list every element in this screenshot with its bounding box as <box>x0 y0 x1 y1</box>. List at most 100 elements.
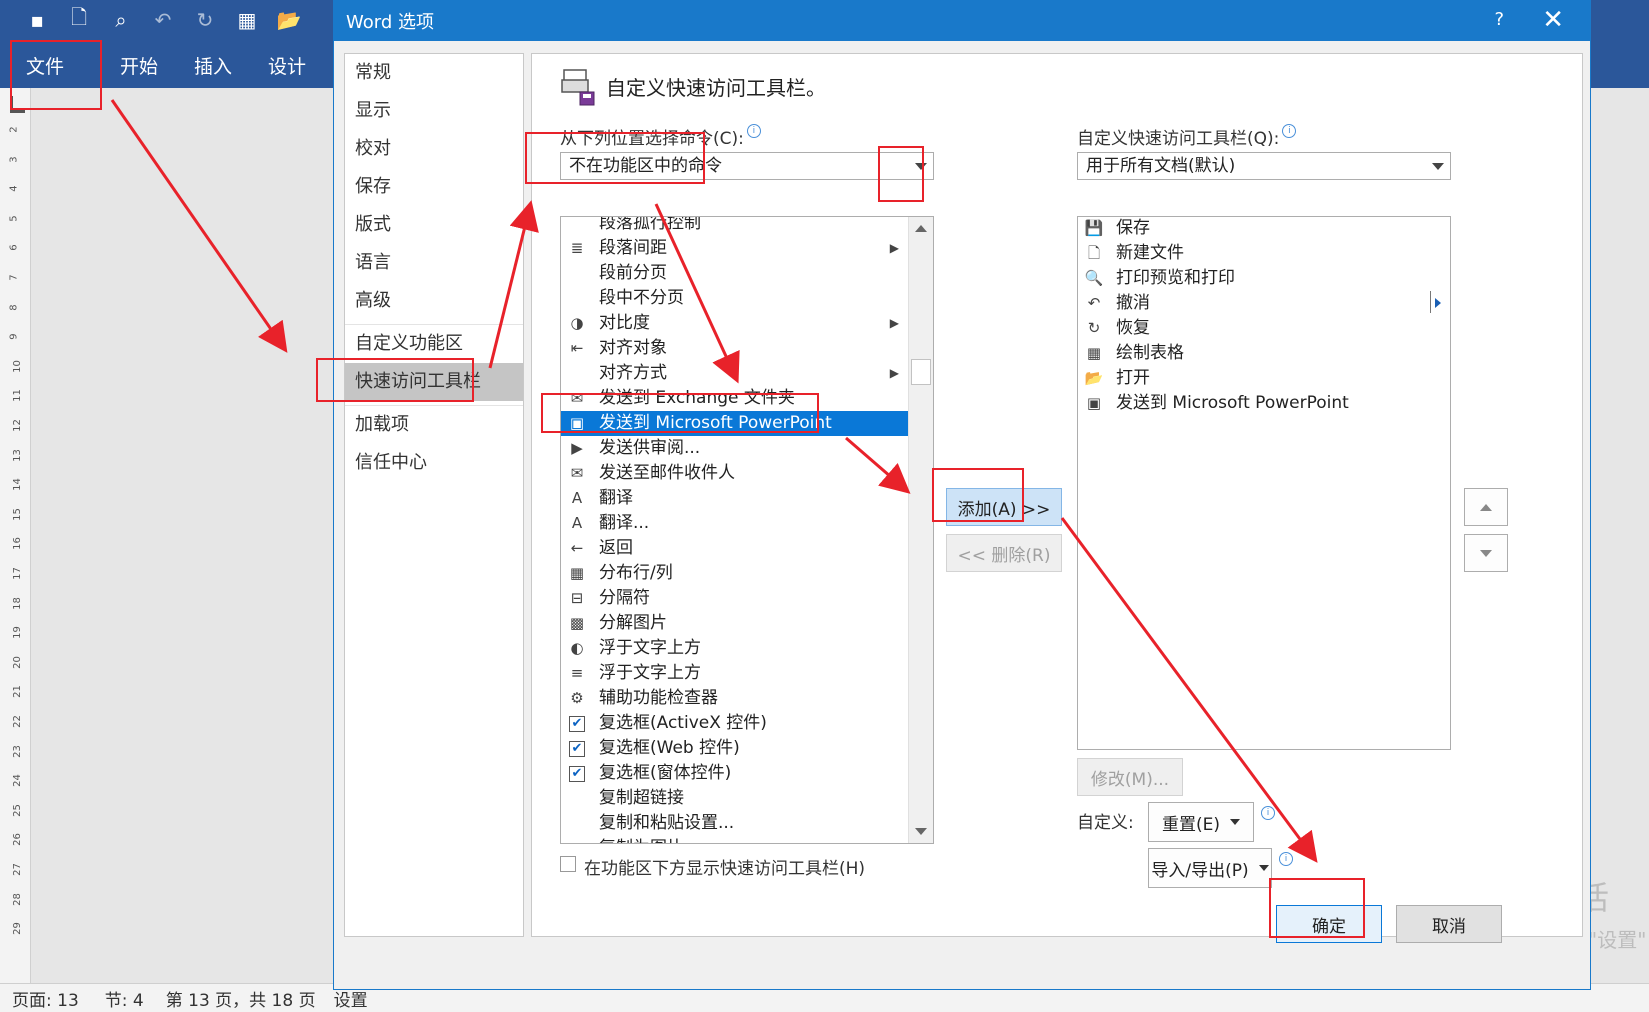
command-item[interactable]: 段落孤行控制 <box>561 216 911 236</box>
command-label: 段中不分页 <box>599 288 684 308</box>
command-icon: ✉ <box>570 464 584 482</box>
toolbar-items-list[interactable]: 💾 保存 🗋 新建文件 🔍 打印预览和打印 ↶ 撤消 ↻ 恢复 ▦ 绘制表格 📂 打开 ▣ 发送到 Micro… <box>1077 216 1451 750</box>
nav-layout[interactable]: 版式 <box>345 206 523 244</box>
new-file-icon[interactable]: 🗋 <box>64 5 94 34</box>
nav-language[interactable]: 语言 <box>345 244 523 282</box>
move-up-button[interactable] <box>1464 488 1508 526</box>
toolbar-item[interactable]: ↻ 恢复 <box>1078 316 1448 341</box>
toolbar-item-icon: 🗋 <box>1087 244 1101 262</box>
nav-display[interactable]: 显示 <box>345 92 523 130</box>
ruler-number: 7 <box>8 274 20 281</box>
command-item[interactable]: ▣ 发送到 Microsoft PowerPoint <box>561 411 911 436</box>
close-icon[interactable]: ✕ <box>1542 5 1564 35</box>
command-item[interactable]: A 翻译 <box>561 486 911 511</box>
command-item[interactable]: ▦ 分布行/列 <box>561 561 911 586</box>
nav-trust-center[interactable]: 信任中心 <box>345 444 523 482</box>
command-item[interactable]: ◑ 对比度 ▶ <box>561 311 911 336</box>
modify-button[interactable]: 修改(M)... <box>1077 758 1183 796</box>
toolbar-item[interactable]: ▣ 发送到 Microsoft PowerPoint <box>1078 391 1448 416</box>
command-item[interactable]: ◐ 浮于文字上方 <box>561 636 911 661</box>
command-item[interactable]: ⇤ 对齐对象 <box>561 336 911 361</box>
tab-file[interactable]: 文件 <box>0 46 98 84</box>
cancel-button[interactable]: 取消 <box>1396 905 1502 943</box>
draw-table-icon[interactable]: ▦ <box>232 6 262 34</box>
commands-list[interactable]: 段落孤行控制 ≣ 段落间距 ▶ 段前分页 段中不分页 ◑ 对比度 ▶ ⇤ 对齐对象 对齐方式 ▶ ✉ 发送到… <box>560 216 934 844</box>
reset-button[interactable]: 重置(E) <box>1148 802 1254 842</box>
toolbar-item[interactable]: 💾 保存 <box>1078 217 1448 241</box>
nav-add-ins[interactable]: 加载项 <box>345 405 523 444</box>
nav-save[interactable]: 保存 <box>345 168 523 206</box>
nav-quick-access-toolbar[interactable]: 快速访问工具栏 <box>345 363 523 401</box>
command-label: 对齐方式 <box>599 363 667 383</box>
tab-stop-selector-icon[interactable] <box>10 96 25 113</box>
command-item[interactable]: ✔ 复选框(Web 控件) <box>561 736 911 761</box>
customize-toolbar-dropdown[interactable]: 用于所有文档(默认) <box>1077 152 1451 180</box>
toolbar-item[interactable]: 📂 打开 <box>1078 366 1448 391</box>
ok-button[interactable]: 确定 <box>1276 905 1382 943</box>
command-item[interactable]: 对齐方式 ▶ <box>561 361 911 386</box>
command-item[interactable]: ▶ 发送供审阅... <box>561 436 911 461</box>
nav-general[interactable]: 常规 <box>345 54 523 92</box>
command-item[interactable]: ≡ 浮于文字上方 <box>561 661 911 686</box>
submenu-arrow-icon: ▶ <box>889 366 899 380</box>
right-panel <box>1590 88 1649 983</box>
command-item[interactable]: ✉ 发送至邮件收件人 <box>561 461 911 486</box>
toolbar-item[interactable]: ↶ 撤消 <box>1078 291 1448 316</box>
command-label: 段落孤行控制 <box>599 216 701 233</box>
choose-commands-dropdown[interactable]: 不在功能区中的命令 <box>560 152 934 180</box>
command-item[interactable]: ← 返回 <box>561 536 911 561</box>
tab-insert[interactable]: 插入 <box>172 46 246 84</box>
nav-advanced[interactable]: 高级 <box>345 282 523 320</box>
toolbar-item[interactable]: 🔍 打印预览和打印 <box>1078 266 1448 291</box>
info-icon: i <box>1282 124 1297 138</box>
command-item[interactable]: 段中不分页 <box>561 286 911 311</box>
commands-list-rows: 段落孤行控制 ≣ 段落间距 ▶ 段前分页 段中不分页 ◑ 对比度 ▶ ⇤ 对齐对象 对齐方式 ▶ ✉ 发送到… <box>561 216 911 843</box>
chevron-down-icon[interactable] <box>915 163 927 170</box>
toolbar-item-icon: ▣ <box>1086 394 1102 412</box>
show-below-ribbon-checkbox[interactable] <box>560 856 576 872</box>
help-icon[interactable]: ? <box>1494 9 1504 30</box>
command-item[interactable]: ✉ 发送到 Exchange 文件夹 <box>561 386 911 411</box>
command-item[interactable]: 段前分页 <box>561 261 911 286</box>
command-item[interactable]: 复制和粘贴设置... <box>561 811 911 836</box>
scroll-thumb[interactable] <box>911 359 931 385</box>
ruler-number: 17 <box>11 567 23 580</box>
command-item[interactable]: 复制超链接 <box>561 786 911 811</box>
command-item[interactable]: A 翻译... <box>561 511 911 536</box>
chevron-down-icon <box>1230 819 1240 825</box>
command-item[interactable]: ✔ 复选框(ActiveX 控件) <box>561 711 911 736</box>
command-label: 对比度 <box>599 313 650 333</box>
add-button[interactable]: 添加(A) >> <box>946 488 1062 526</box>
nav-proofing[interactable]: 校对 <box>345 130 523 168</box>
remove-button[interactable]: << 删除(R) <box>946 534 1062 572</box>
info-icon: i <box>1261 806 1275 820</box>
toolbar-item[interactable]: ▦ 绘制表格 <box>1078 341 1448 366</box>
command-item[interactable]: ⊟ 分隔符 <box>561 586 911 611</box>
nav-customize-ribbon[interactable]: 自定义功能区 <box>345 324 523 363</box>
open-icon[interactable]: 📂 <box>274 6 304 34</box>
ruler-number: 25 <box>11 803 23 817</box>
command-label: 分解图片 <box>599 613 667 633</box>
tab-home[interactable]: 开始 <box>98 46 172 84</box>
scroll-up-icon[interactable] <box>915 225 927 232</box>
command-item[interactable]: ⚙ 辅助功能检查器 <box>561 686 911 711</box>
command-item[interactable]: ▩ 分解图片 <box>561 611 911 636</box>
save-icon[interactable]: ▪ <box>22 6 52 34</box>
commands-scrollbar[interactable] <box>908 217 933 843</box>
import-export-button[interactable]: 导入/导出(P) <box>1148 848 1272 888</box>
undo-icon[interactable]: ↶ <box>148 6 178 34</box>
toolbar-item-label: 保存 <box>1116 218 1150 238</box>
move-down-button[interactable] <box>1464 534 1508 572</box>
command-icon: ▣ <box>569 414 585 432</box>
tab-design[interactable]: 设计 <box>246 46 320 84</box>
command-item[interactable]: ✔ 复选框(窗体控件) <box>561 761 911 786</box>
toolbar-item[interactable]: 🗋 新建文件 <box>1078 241 1448 266</box>
command-item[interactable]: 复制为图片 <box>561 836 911 843</box>
redo-icon[interactable]: ↻ <box>190 6 220 34</box>
chevron-down-icon[interactable] <box>1432 163 1444 170</box>
scroll-down-icon[interactable] <box>915 828 927 835</box>
command-item[interactable]: ≣ 段落间距 ▶ <box>561 236 911 261</box>
command-label: 复制为图片 <box>599 838 684 843</box>
print-preview-icon[interactable]: ⌕ <box>106 6 136 34</box>
submenu-arrow-icon: ▶ <box>889 316 899 330</box>
